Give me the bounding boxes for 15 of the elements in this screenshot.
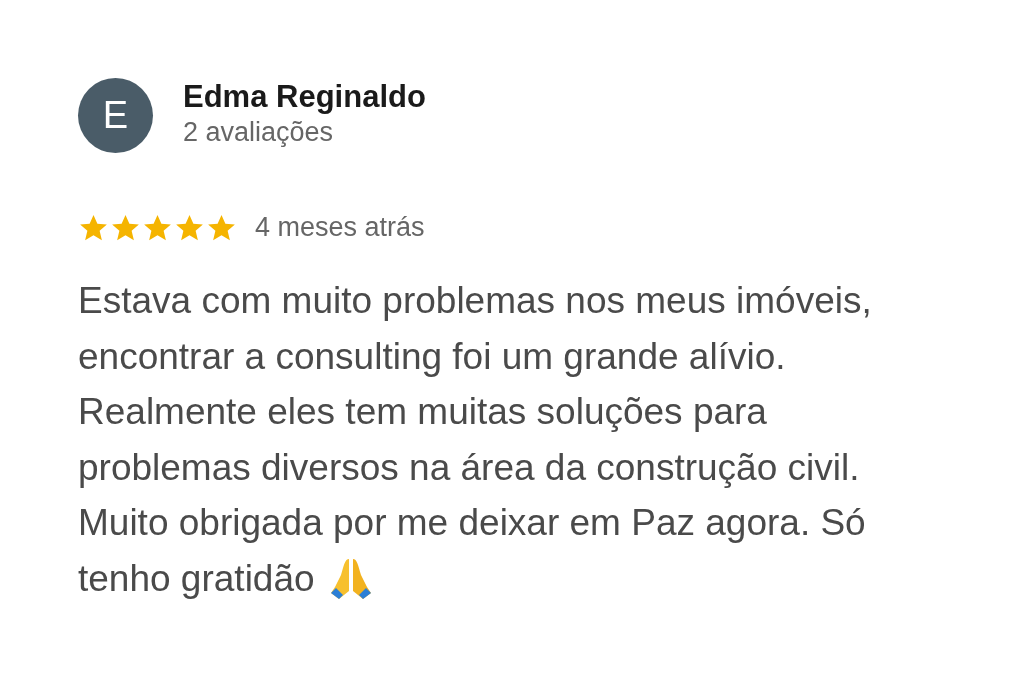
star-icon [142, 212, 173, 243]
star-icon [78, 212, 109, 243]
review-text-line: encontrar a consulting foi um grande alívio. [78, 334, 786, 379]
review-text-line: Estava com muito problemas nos meus imóveis, [78, 279, 872, 323]
review-text-line: problemas diversos na área da construção civil. [78, 445, 860, 490]
star-icon [174, 212, 205, 243]
review-text-line: Realmente eles tem muitas soluções para [78, 390, 767, 434]
star-icon [206, 212, 237, 243]
reviewer-name: Edma Reginaldo [183, 79, 426, 115]
review-count: 2 avaliações [183, 117, 335, 148]
review-text-line: Muito obrigada por me deixar em Paz agora. Só [78, 501, 866, 545]
review-text-line: tenho gratidão [78, 556, 315, 601]
review-time: 4 meses atrás [255, 212, 425, 243]
avatar: E [78, 78, 153, 153]
star-icon [110, 212, 141, 243]
